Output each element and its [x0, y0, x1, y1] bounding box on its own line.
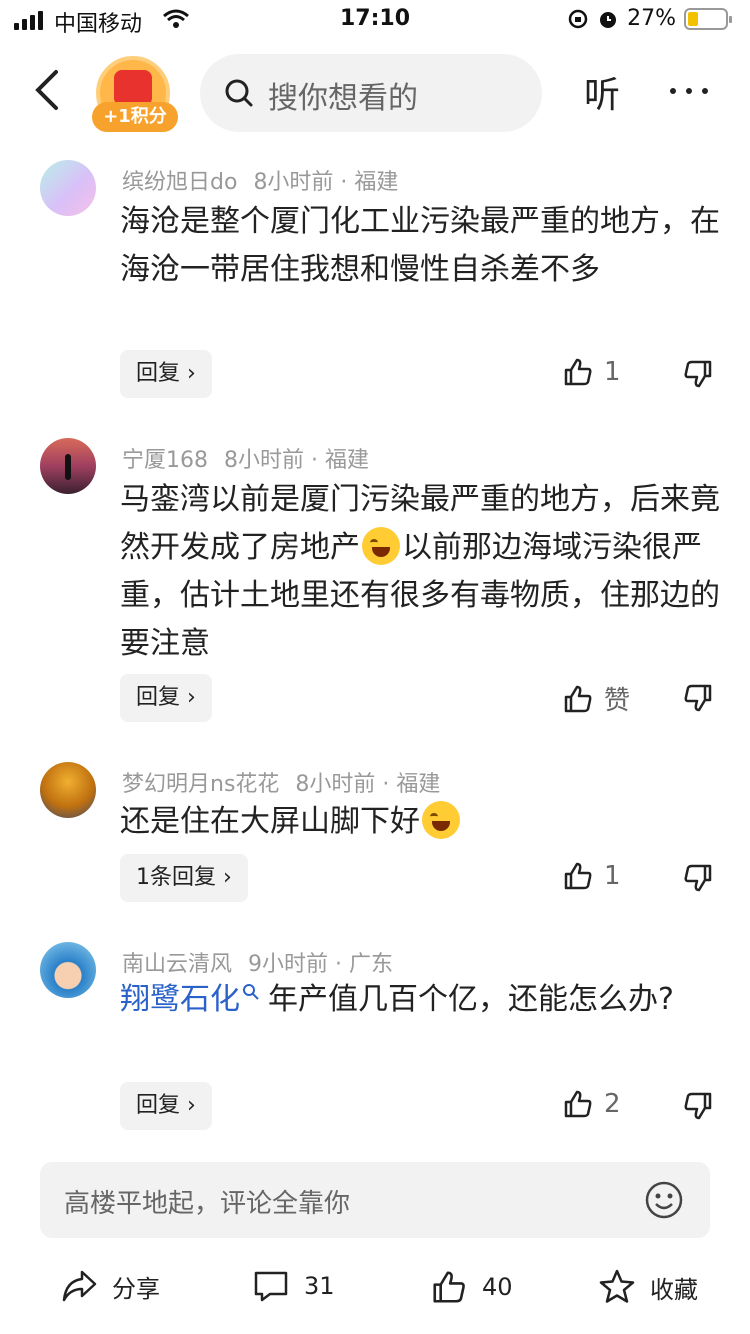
reply-button[interactable]: 回复 › [120, 350, 212, 398]
thumbs-up-icon [564, 1090, 592, 1118]
thumbs-down-icon[interactable] [682, 358, 714, 390]
thumbs-down-icon[interactable] [682, 682, 714, 714]
comment-meta: 梦幻明月ns花花 8小时前 · 福建 [122, 772, 441, 797]
comment-location: 广东 [349, 952, 394, 977]
comment-input-placeholder: 高楼平地起，评论全靠你 [64, 1189, 351, 1219]
comment-input[interactable]: 高楼平地起，评论全靠你 [40, 1162, 710, 1238]
search-placeholder: 搜你想看的 [268, 81, 418, 116]
laughing-emoji-icon [362, 527, 400, 565]
comment-text: 马銮湾以前是厦门污染最严重的地方，后来竟然开发成了房地产 以前那边海域污染很严重，… [120, 482, 720, 661]
comment-author[interactable]: 缤纷旭日do [122, 170, 237, 195]
comment-location: 福建 [396, 772, 441, 797]
like-button[interactable]: 2 [562, 1088, 621, 1120]
reward-coin-icon[interactable]: +1积分 [92, 56, 178, 132]
like-count: 赞 [604, 686, 631, 716]
likes-count: 40 [482, 1273, 513, 1301]
status-bar: 中国移动 17:10 27% [0, 0, 750, 40]
listen-button[interactable]: 听 [584, 66, 620, 118]
avatar[interactable] [40, 942, 96, 998]
search-bar[interactable]: 搜你想看的 [200, 54, 542, 132]
reply-button[interactable]: 回复 › [120, 674, 212, 722]
comment-meta: 宁厦168 8小时前 · 福建 [122, 448, 369, 473]
laughing-emoji-icon [422, 801, 460, 839]
comment-author[interactable]: 梦幻明月ns花花 [122, 772, 279, 797]
comment-time: 9小时前 [248, 952, 329, 977]
avatar[interactable] [40, 438, 96, 494]
search-link[interactable]: 翔鹭石化 [120, 982, 240, 1017]
star-icon [599, 1269, 635, 1303]
bottom-actions: 分享 31 40 收藏 [0, 1258, 750, 1318]
avatar[interactable] [40, 160, 96, 216]
comment-text: 海沧是整个厦门化工业污染最严重的地方，在海沧一带居住我想和慢性自杀差不多 [120, 204, 720, 287]
favorite-label: 收藏 [650, 1275, 698, 1304]
search-icon[interactable] [242, 983, 260, 1001]
reply-button[interactable]: 1条回复 › [120, 854, 248, 902]
comment-author[interactable]: 宁厦168 [122, 448, 208, 473]
like-button[interactable]: 1 [562, 356, 621, 388]
comment-icon [254, 1271, 288, 1302]
top-nav: +1积分 搜你想看的 听 [0, 44, 750, 140]
comment-text: 翔鹭石化 年产值几百个亿，还能怎么办? [120, 982, 674, 1017]
battery-percent: 27% [627, 6, 676, 31]
comment-time: 8小时前 [295, 772, 376, 797]
comment-time: 8小时前 [253, 170, 334, 195]
comment-meta: 南山云清风 9小时前 · 广东 [122, 952, 394, 977]
thumbs-down-icon[interactable] [682, 1090, 714, 1122]
like-count: 1 [604, 357, 621, 387]
thumbs-down-icon[interactable] [682, 862, 714, 894]
back-icon[interactable] [28, 66, 68, 114]
comment-location: 福建 [354, 170, 399, 195]
comments-count: 31 [304, 1272, 335, 1300]
emoji-icon[interactable] [644, 1180, 684, 1220]
points-badge: +1积分 [92, 102, 178, 132]
comment-meta: 缤纷旭日do 8小时前 · 福建 [122, 170, 399, 195]
rotation-lock-icon [568, 9, 588, 28]
avatar[interactable] [40, 762, 96, 818]
like-button[interactable]: 1 [562, 860, 621, 892]
thumbs-up-icon [564, 358, 592, 386]
search-icon [225, 79, 253, 107]
comment-time: 8小时前 [224, 448, 304, 473]
like-count: 1 [604, 861, 621, 891]
thumbs-up-icon [564, 685, 592, 712]
comment-location: 福建 [324, 448, 369, 473]
thumbs-up-icon [564, 862, 592, 890]
like-post-button[interactable]: 40 [430, 1268, 513, 1306]
comments-button[interactable]: 31 [252, 1268, 335, 1304]
more-icon[interactable] [670, 88, 708, 94]
favorite-button[interactable]: 收藏 [598, 1268, 698, 1306]
battery-icon [684, 7, 732, 30]
thumbs-up-icon [433, 1271, 465, 1303]
comment-text: 还是住在大屏山脚下好 [120, 798, 720, 846]
share-button[interactable]: 分享 [60, 1268, 160, 1304]
comment-author[interactable]: 南山云清风 [122, 952, 232, 977]
share-label: 分享 [112, 1274, 160, 1303]
like-button[interactable]: 赞 [562, 680, 630, 717]
like-count: 2 [604, 1089, 621, 1119]
reply-button[interactable]: 回复 › [120, 1082, 212, 1130]
share-icon [62, 1270, 97, 1302]
alarm-icon [600, 11, 617, 28]
